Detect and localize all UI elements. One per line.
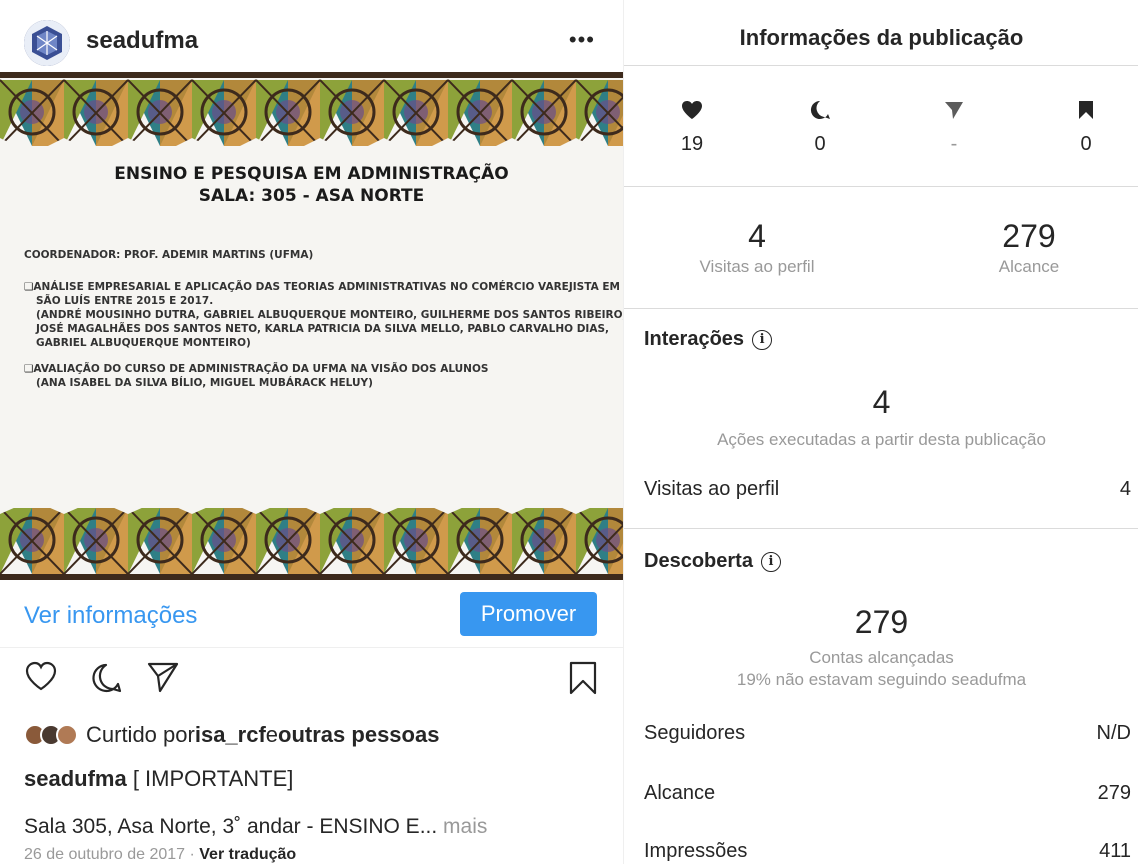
image-title-1: ENSINO E PESQUISA EM ADMINISTRAÇÃO <box>114 164 509 184</box>
interactions-title-text: Interações <box>644 328 745 350</box>
caption-preview-text: Sala 305, Asa Norte, 3˚ andar - ENSINO E… <box>24 815 444 838</box>
info-icon[interactable]: i <box>752 329 773 350</box>
caption-more-link[interactable]: mais <box>443 815 487 838</box>
shares-metric: - <box>924 100 984 156</box>
insights-title: Informações da publicação <box>624 0 1138 66</box>
post-info-row: Ver informações Promover <box>0 580 623 648</box>
more-options-icon[interactable]: ••• <box>569 27 595 53</box>
liked-by-others[interactable]: outras pessoas <box>278 722 439 748</box>
liked-by-user[interactable]: isa_rcf <box>195 722 266 748</box>
divider <box>624 308 1138 309</box>
post-username[interactable]: seadufma <box>86 27 198 55</box>
image-coordinator: COORDENADOR: PROF. ADEMIR MARTINS (UFMA) <box>24 249 314 261</box>
reach-label: Alcance <box>998 257 1060 276</box>
comments-count: 0 <box>814 133 826 155</box>
saves-metric: 0 <box>1056 100 1116 156</box>
profile-visits-label: Visitas ao perfil <box>699 257 815 276</box>
impressions-row: Impressões 411 <box>644 840 1131 863</box>
likes-summary[interactable]: Curtido por isa_rcf e outras pessoas <box>24 722 439 748</box>
caption: seadufma [ IMPORTANTE] <box>24 766 293 792</box>
image-item1-line3: (ANDRÉ MOUSINHO DUTRA, GABRIEL ALBUQUERQ… <box>36 309 623 321</box>
image-item1-line2: SÃO LUÍS ENTRE 2015 E 2017. <box>36 295 214 307</box>
non-followers-label: 19% não estavam seguindo seadufma <box>736 670 1027 689</box>
bookmark-icon[interactable] <box>568 660 598 696</box>
avatar <box>56 724 78 746</box>
interactions-title: Interações i <box>644 328 773 351</box>
image-item2-line1: ❑AVALIAÇÃO DO CURSO DE ADMINISTRAÇÃO DA … <box>24 363 489 375</box>
saves-count: 0 <box>1080 133 1092 155</box>
reach-number: 279 <box>1002 218 1056 254</box>
share-icon[interactable] <box>146 660 180 694</box>
image-item2-line2: (ANA ISABEL DA SILVA BÍLIO, MIGUEL MUBÁR… <box>36 377 373 389</box>
post-actions <box>0 660 623 706</box>
divider <box>624 186 1138 187</box>
discovery-summary: 279 Contas alcançadas 19% não estavam se… <box>624 604 1138 691</box>
interactions-profile-visits-row: Visitas ao perfil 4 <box>644 478 1131 501</box>
row-value: 411 <box>1099 840 1131 862</box>
decorative-band-top <box>0 72 623 154</box>
discovery-number: 279 <box>854 604 909 640</box>
avatar[interactable] <box>24 20 70 66</box>
profile-visits-number: 4 <box>748 218 766 254</box>
decorative-band-bottom <box>0 500 623 580</box>
heart-icon[interactable] <box>24 660 58 692</box>
post-header: seadufma ••• <box>0 0 623 72</box>
liker-avatars <box>24 724 78 746</box>
comment-icon[interactable] <box>89 662 123 694</box>
row-label: Seguidores <box>644 722 746 744</box>
liked-by-mid: e <box>265 722 279 747</box>
liked-by-prefix: Curtido por <box>86 722 195 747</box>
info-icon[interactable]: i <box>760 551 781 572</box>
shares-count: - <box>950 133 958 155</box>
row-label: Visitas ao perfil <box>644 478 780 500</box>
post-date-text: 26 de outubro de 2017 · <box>24 846 200 863</box>
share-filled-icon <box>945 102 963 119</box>
see-insights-link[interactable]: Ver informações <box>24 602 197 630</box>
post-image[interactable]: ENSINO E PESQUISA EM ADMINISTRAÇÃO SALA:… <box>0 72 623 580</box>
see-translation-link[interactable]: Ver tradução <box>199 846 296 863</box>
image-item1-line5: GABRIEL ALBUQUERQUE MONTEIRO) <box>36 337 251 349</box>
discovery-title-text: Descoberta <box>644 550 753 572</box>
promote-button[interactable]: Promover <box>460 592 597 636</box>
interactions-number: 4 <box>872 384 891 420</box>
divider <box>624 528 1138 529</box>
row-value: N/D <box>1096 722 1131 744</box>
caption-username[interactable]: seadufma <box>24 766 127 791</box>
comment-filled-icon <box>810 100 830 119</box>
likes-count: 19 <box>680 133 704 155</box>
profile-visits-stat: 4 Visitas ao perfil <box>682 218 832 277</box>
accounts-reached-label: Contas alcançadas <box>809 648 954 667</box>
bookmark-filled-icon <box>1079 101 1093 119</box>
image-item1-line1: ❑ANÁLISE EMPRESARIAL E APLICAÇÃO DAS TEO… <box>24 281 620 293</box>
row-label: Impressões <box>644 840 748 862</box>
reach-stat: 279 Alcance <box>954 218 1104 277</box>
post-date: 26 de outubro de 2017 · Ver tradução <box>24 846 296 864</box>
discovery-title: Descoberta i <box>644 550 781 573</box>
image-title-2: SALA: 305 - ASA NORTE <box>198 186 425 206</box>
ufma-logo-icon <box>24 20 70 66</box>
insights-panel: Informações da publicação 19 0 - 0 4 Vis… <box>623 0 1138 864</box>
row-label: Alcance <box>644 782 716 804</box>
image-item1-line4: JOSÉ MAGALHÃES DOS SANTOS NETO, KARLA PA… <box>36 323 610 335</box>
heart-filled-icon <box>682 101 702 119</box>
reach-row: Alcance 279 <box>644 782 1131 805</box>
row-value: 279 <box>1097 782 1131 804</box>
interactions-subtitle: Ações executadas a partir desta publicaç… <box>717 430 1046 449</box>
comments-metric: 0 <box>790 100 850 156</box>
row-value: 4 <box>1119 478 1131 500</box>
interactions-summary: 4 Ações executadas a partir desta public… <box>624 384 1138 451</box>
followers-row: Seguidores N/D <box>644 722 1131 745</box>
post-panel: seadufma ••• ENSINO E PESQUISA EM ADMINI… <box>0 0 623 864</box>
likes-metric: 19 <box>662 100 722 156</box>
caption-text: [ IMPORTANTE] <box>126 766 294 791</box>
caption-preview: Sala 305, Asa Norte, 3˚ andar - ENSINO E… <box>24 815 487 839</box>
